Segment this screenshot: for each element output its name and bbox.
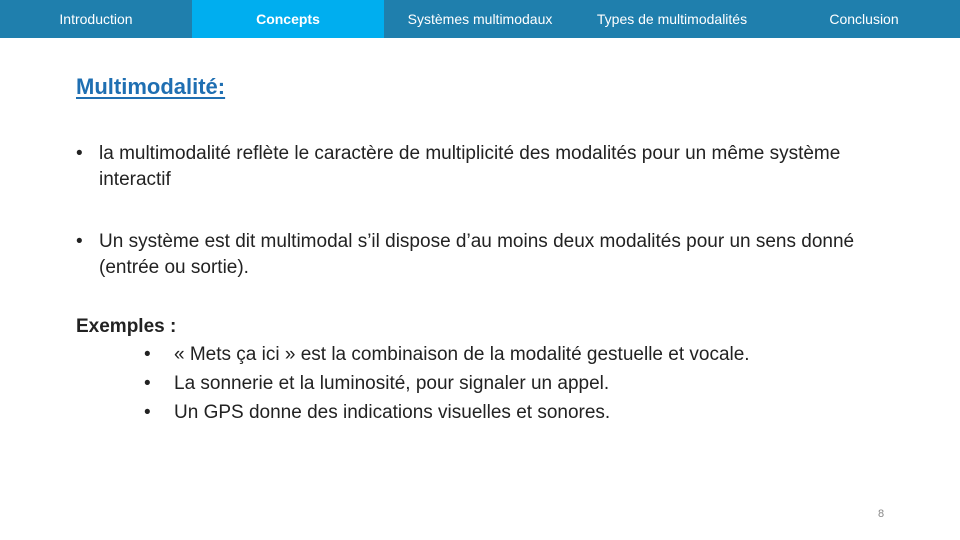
bullet-text: la multimodalité reflète le caractère de… xyxy=(99,143,841,190)
example-text: La sonnerie et la luminosité, pour signa… xyxy=(174,373,610,394)
page-number: 8 xyxy=(878,508,885,520)
example-text: Un GPS donne des indications visuelles e… xyxy=(174,402,611,423)
examples-list: • « Mets ça ici » est la combinaison de … xyxy=(76,340,750,427)
example-text: « Mets ça ici » est la combinaison de la… xyxy=(174,344,750,365)
slide-title: Multimodalité: xyxy=(76,74,226,99)
bullet-icon: • xyxy=(76,231,83,252)
bullet-text: Un système est dit multimodal s’il dispo… xyxy=(99,231,855,278)
list-item: • La sonnerie et la luminosité, pour sig… xyxy=(144,369,750,398)
list-item: • « Mets ça ici » est la combinaison de … xyxy=(144,340,750,369)
list-item: • Un système est dit multimodal s’il dis… xyxy=(76,229,916,281)
bullet-icon: • xyxy=(144,344,151,365)
definition-list: • la multimodalité reflète le caractère … xyxy=(76,141,916,317)
examples-section: Exemples : • « Mets ça ici » est la comb… xyxy=(76,314,750,427)
list-item: • la multimodalité reflète le caractère … xyxy=(76,141,916,193)
bullet-icon: • xyxy=(144,373,151,394)
bullet-icon: • xyxy=(76,143,83,164)
slide-content: Multimodalité: • la multimodalité reflèt… xyxy=(0,0,960,540)
bullet-icon: • xyxy=(144,402,151,423)
list-item: • Un GPS donne des indications visuelles… xyxy=(144,398,750,427)
examples-heading: Exemples : xyxy=(76,316,177,337)
